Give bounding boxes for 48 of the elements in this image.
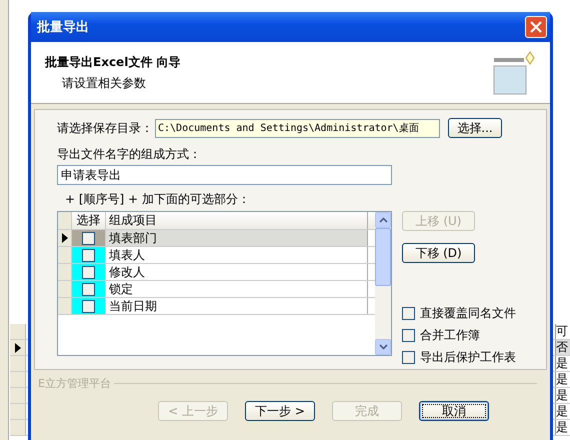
table-cell: 是 xyxy=(555,372,570,387)
column-header: 组成项目 xyxy=(106,212,368,229)
save-directory-label: 请选择保存目录： xyxy=(57,120,153,136)
checkbox[interactable] xyxy=(82,232,95,244)
table-row[interactable]: 修改人 xyxy=(58,264,375,281)
table-cell: 填表人 xyxy=(106,247,368,263)
directory-field[interactable]: C:\Documents and Settings\Administrator\桌面 xyxy=(155,118,440,138)
option-label: 合并工作簿 xyxy=(420,327,480,344)
table-cell: 填表部门 xyxy=(106,230,368,246)
table-row[interactable]: 填表人 xyxy=(58,247,375,264)
close-icon xyxy=(530,21,542,33)
table-row[interactable]: 当前日期 xyxy=(58,298,375,315)
table-cell: 是 xyxy=(555,356,570,371)
wizard-title: 批量导出Excel文件 向导 xyxy=(45,54,180,71)
wizard-button[interactable]: 下一步 > xyxy=(245,401,315,421)
window-title: 批量导出 xyxy=(37,19,89,36)
checkbox[interactable] xyxy=(82,300,95,312)
file-name-label: 导出文件名字的组成方式： xyxy=(57,146,202,163)
table-cell: 修改人 xyxy=(106,264,368,280)
checkbox[interactable] xyxy=(82,282,95,296)
wizard-subtitle: 请设置相关参数 xyxy=(62,75,147,92)
table-cell: 是 xyxy=(555,404,570,419)
column-header: 选择 xyxy=(72,212,106,229)
checkbox[interactable] xyxy=(402,329,415,342)
option-label: 直接覆盖同名文件 xyxy=(420,305,516,322)
table-row[interactable]: 填表部门 xyxy=(58,230,375,247)
table-cell: 是 xyxy=(555,420,570,435)
table-cell: 是 xyxy=(555,388,570,403)
table-cell: 否 xyxy=(555,340,570,355)
browse-button[interactable]: 选择... xyxy=(448,118,502,138)
row-header[interactable] xyxy=(58,230,72,246)
table-cell: 当前日期 xyxy=(106,298,368,314)
checkbox[interactable] xyxy=(82,266,95,278)
group-label: E立方管理平台 xyxy=(38,376,111,391)
checkbox[interactable] xyxy=(82,248,95,262)
move-button[interactable]: 下移 (D) xyxy=(402,243,475,263)
column-header: 可 xyxy=(555,324,570,339)
close-button[interactable] xyxy=(525,16,547,38)
file-name-field[interactable]: 申请表导出 xyxy=(57,165,392,185)
option-label: 导出后保护工作表 xyxy=(420,349,516,366)
row-header[interactable] xyxy=(10,340,26,355)
table-row[interactable]: 锁定 xyxy=(58,281,375,298)
table-cell: 锁定 xyxy=(106,281,368,297)
checkbox[interactable] xyxy=(402,307,415,320)
checkbox[interactable] xyxy=(402,351,415,364)
wizard-button[interactable]: 取消 xyxy=(419,401,489,421)
row-header xyxy=(10,324,26,339)
optional-parts-label: + [顺序号] + 加下面的可选部分： xyxy=(65,191,251,208)
